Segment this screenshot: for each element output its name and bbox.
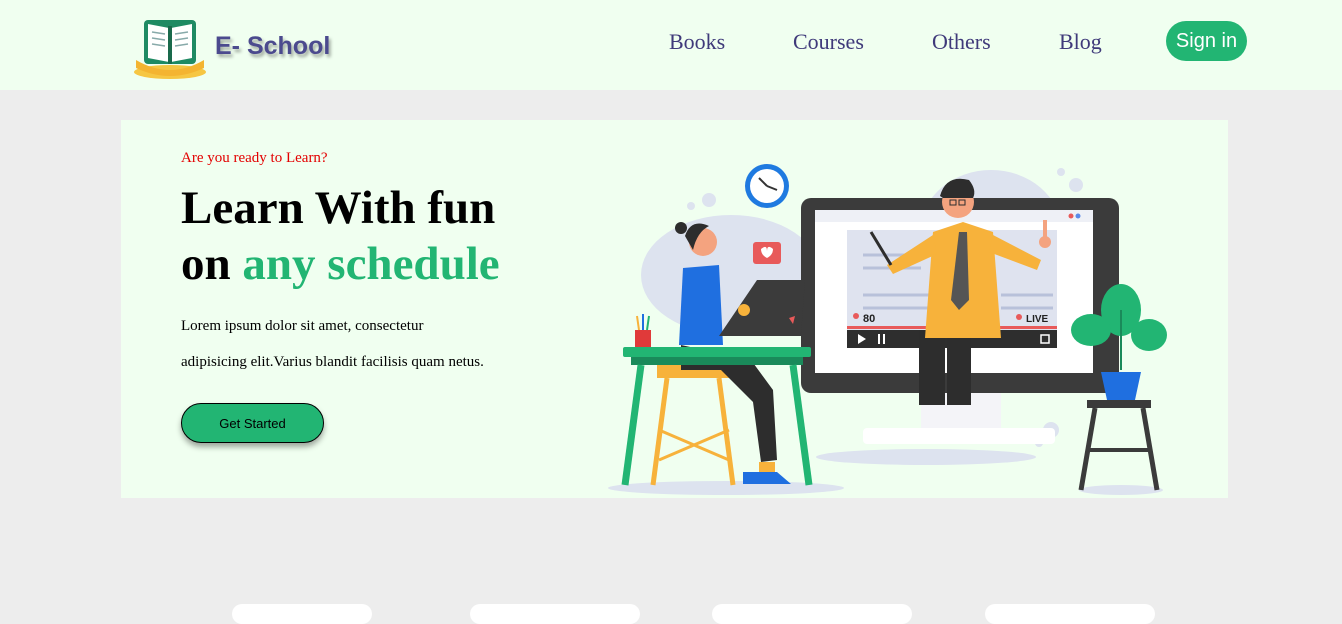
hero-section: Are you ready to Learn? Learn With fun o… xyxy=(121,120,1228,498)
nav-link-courses[interactable]: Courses xyxy=(793,28,864,56)
nav-link-others[interactable]: Others xyxy=(932,28,991,56)
nav-link-books[interactable]: Books xyxy=(669,28,725,56)
clock-icon xyxy=(745,164,789,208)
viewer-count: 80 xyxy=(863,313,875,325)
navbar: E- School Books Courses Others Blog Sign… xyxy=(0,0,1342,90)
hero-headline: Learn With fun on any schedule xyxy=(181,180,500,292)
description-line-1: Lorem ipsum dolor sit amet, consectetur xyxy=(181,318,424,334)
nav-link-blog[interactable]: Blog xyxy=(1059,28,1102,56)
headline-line-1: Learn With fun xyxy=(181,182,496,234)
headline-line-2-prefix: on xyxy=(181,238,243,290)
open-book-logo-icon[interactable] xyxy=(132,14,208,80)
brand-name[interactable]: E- School xyxy=(215,30,330,62)
card-preview xyxy=(712,604,912,624)
card-preview xyxy=(470,604,640,624)
get-started-button[interactable]: Get Started xyxy=(181,403,324,443)
description-line-2: adipisicing elit.Varius blandit facilisi… xyxy=(181,354,484,370)
hero-tagline: Are you ready to Learn? xyxy=(181,150,328,166)
sign-in-button[interactable]: Sign in xyxy=(1166,21,1247,61)
hero-description: Lorem ipsum dolor sit amet, consectetur … xyxy=(181,308,541,380)
online-learning-illustration: 80 LIVE xyxy=(601,140,1181,498)
card-preview xyxy=(985,604,1155,624)
headline-accent: any schedule xyxy=(242,238,500,290)
live-label: LIVE xyxy=(1026,314,1049,325)
card-preview xyxy=(232,604,372,624)
